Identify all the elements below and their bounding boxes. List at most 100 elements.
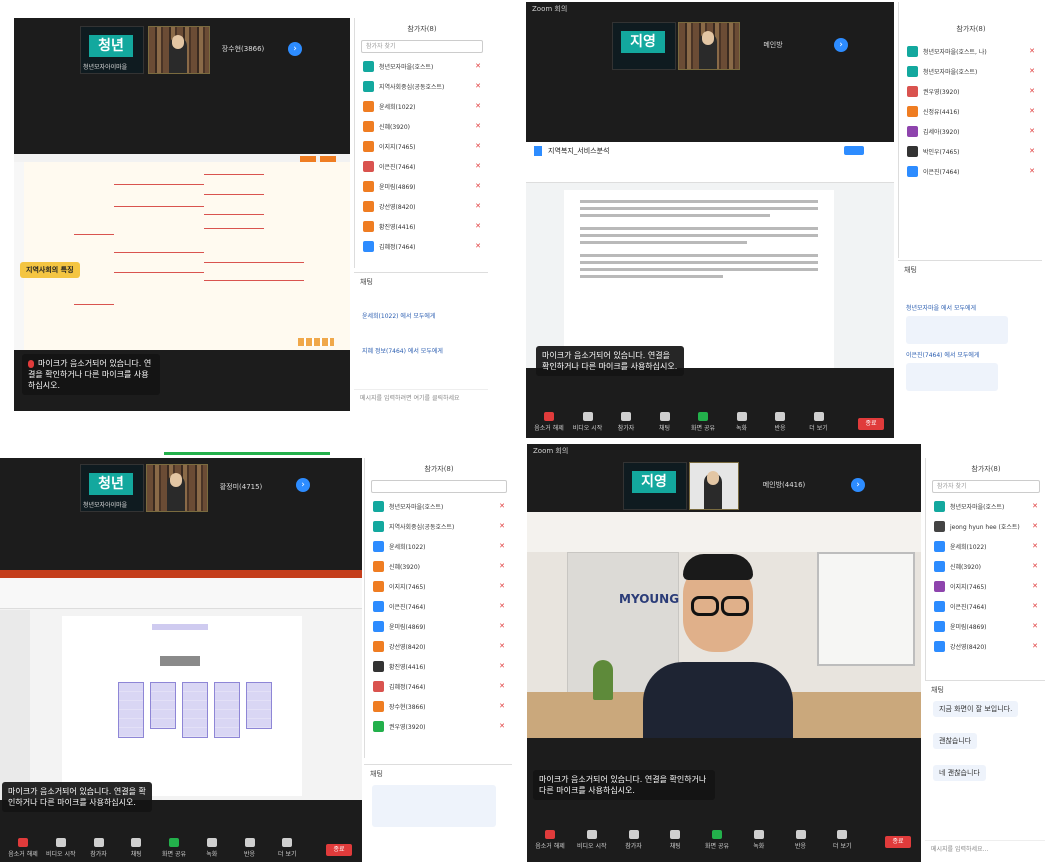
name-tile[interactable]: 메인방	[744, 22, 802, 68]
name-tile[interactable]: 장수현(3866)	[214, 26, 272, 72]
mindmap-root[interactable]: 지역사회의 특징	[20, 262, 80, 278]
search-input[interactable]	[371, 480, 507, 493]
toolbar-button[interactable]: 더 보기	[272, 838, 302, 858]
slide-thumbnails[interactable]	[0, 610, 30, 800]
next-page-button[interactable]: ›	[296, 478, 310, 492]
participant-tile[interactable]: 지영	[623, 462, 687, 510]
orange-button[interactable]	[300, 156, 316, 162]
participant-row[interactable]: 이지지(7465) ✕	[365, 577, 512, 597]
participant-row[interactable]: 장수현(3866) ✕	[365, 697, 512, 717]
participant-row[interactable]: 신혜(3920) ✕	[926, 557, 1045, 577]
toolbar-button[interactable]: 녹화	[727, 412, 757, 432]
participant-row[interactable]: 윤세희(1022) ✕	[365, 537, 512, 557]
toolbar-button[interactable]: 반응	[765, 412, 795, 432]
toolbar-button[interactable]: 더 보기	[804, 412, 834, 432]
toolbar-button[interactable]: 비디오 시작	[46, 838, 76, 858]
participant-tile[interactable]: 청년 청년모자아이마을	[80, 26, 144, 74]
participant-row[interactable]: 권우영(3920) ✕	[899, 82, 1042, 102]
name-tile[interactable]: 메인방(4416)	[755, 462, 813, 508]
participant-row[interactable]: 이지지(7465) ✕	[926, 577, 1045, 597]
doc-title[interactable]: 지역복지_서비스분석	[548, 146, 609, 156]
toolbar-button[interactable]: 화면 공유	[159, 838, 189, 858]
video-tile[interactable]	[146, 464, 208, 512]
participant-row[interactable]: 청년모자마을(호스트) ✕	[365, 497, 512, 517]
avatar	[373, 501, 384, 512]
chat-panel: 채팅 윤세희(1022) 에서 모두에게 지혜 정보(7464) 에서 모두에게…	[354, 272, 488, 411]
toolbar-button[interactable]: 더 보기	[827, 830, 857, 850]
name-tile[interactable]: 황정미(4715)	[212, 464, 270, 510]
participant-row[interactable]: 황진영(4416) ✕	[355, 217, 488, 237]
avatar	[907, 146, 918, 157]
toolbar-button[interactable]: 비디오 시작	[577, 830, 607, 850]
participant-row[interactable]: 지역사회중심(공동호스트) ✕	[365, 517, 512, 537]
video-tile[interactable]	[678, 22, 740, 70]
ceiling	[527, 512, 921, 552]
participant-row[interactable]: 황진영(4416) ✕	[365, 657, 512, 677]
participant-row[interactable]: 김혜정(7464) ✕	[355, 237, 488, 257]
end-meeting-button[interactable]: 종료	[326, 844, 352, 856]
participant-row[interactable]: 이지지(7465) ✕	[355, 137, 488, 157]
video-tile[interactable]	[148, 26, 210, 74]
toolbar-button[interactable]: 참가자	[84, 838, 114, 858]
toolbar-button[interactable]: 녹화	[744, 830, 774, 850]
participant-row[interactable]: 청년모자마을(호스트) ✕	[355, 57, 488, 77]
participant-row[interactable]: 신혜(3920) ✕	[355, 117, 488, 137]
toolbar-button[interactable]: 음소거 해제	[535, 830, 565, 850]
next-page-button[interactable]: ›	[834, 38, 848, 52]
participant-tile[interactable]: 청년 청년모자아이마을	[80, 464, 144, 512]
next-page-button[interactable]: ›	[288, 42, 302, 56]
end-meeting-button[interactable]: 종료	[885, 836, 911, 848]
participant-row[interactable]: 김혜정(7464) ✕	[365, 677, 512, 697]
orange-button[interactable]	[320, 156, 336, 162]
participant-row[interactable]: 윤세희(1022) ✕	[355, 97, 488, 117]
chat-input[interactable]: 메시지를 입력하세요...	[925, 840, 1045, 862]
participant-row[interactable]: 강선영(8420) ✕	[365, 637, 512, 657]
toolbar-button[interactable]: 녹화	[197, 838, 227, 858]
zoom-window-bottom-right: Zoom 회의 지영 메인방(4416) › MYOUNG 마이크가 음소거되어…	[527, 444, 1045, 862]
participant-row[interactable]: 신정유(4416) ✕	[899, 102, 1042, 122]
participant-row[interactable]: 권우영(3920) ✕	[365, 717, 512, 737]
participant-row[interactable]: 박인우(7465) ✕	[899, 142, 1042, 162]
share-button[interactable]	[844, 146, 864, 155]
participant-row[interactable]: 윤세희(1022) ✕	[926, 537, 1045, 557]
participant-row[interactable]: 청년모자마을(호스트, 나) ✕	[899, 42, 1042, 62]
participant-row[interactable]: 강선영(8420) ✕	[355, 197, 488, 217]
person-face	[172, 35, 184, 49]
toolbar-button[interactable]: 음소거 해제	[534, 412, 564, 432]
chat-input[interactable]: 메시지를 입력하려면 여기를 클릭하세요	[354, 389, 488, 411]
participant-row[interactable]: 윤미림(4869) ✕	[355, 177, 488, 197]
avatar	[373, 601, 384, 612]
slide-title-bar	[152, 624, 208, 630]
toolbar-button[interactable]: 음소거 해제	[8, 838, 38, 858]
participant-row[interactable]: 윤미림(4869) ✕	[365, 617, 512, 637]
participant-row[interactable]: 청년모자마을(호스트) ✕	[899, 62, 1042, 82]
participant-row[interactable]: 윤미림(4869) ✕	[926, 617, 1045, 637]
video-tile[interactable]	[689, 462, 739, 510]
participant-row[interactable]: jeong hyun hee (호스트) ✕	[926, 517, 1045, 537]
toolbar-button[interactable]: 반응	[786, 830, 816, 850]
toolbar-button[interactable]: 채팅	[650, 412, 680, 432]
participant-row[interactable]: 이은진(7464) ✕	[926, 597, 1045, 617]
toolbar-button[interactable]: 화면 공유	[688, 412, 718, 432]
next-page-button[interactable]: ›	[851, 478, 865, 492]
participant-row[interactable]: 김세아(3920) ✕	[899, 122, 1042, 142]
participant-row[interactable]: 청년모자마을(호스트) ✕	[926, 497, 1045, 517]
participant-tile[interactable]: 지영	[612, 22, 676, 70]
participant-row[interactable]: 신혜(3920) ✕	[365, 557, 512, 577]
participant-row[interactable]: 이은진(7464) ✕	[365, 597, 512, 617]
toolbar-button[interactable]: 채팅	[660, 830, 690, 850]
participant-name: 이지지(7465)	[389, 584, 426, 591]
toolbar-button[interactable]: 화면 공유	[702, 830, 732, 850]
toolbar-button[interactable]: 반응	[235, 838, 265, 858]
search-input[interactable]: 참가자 찾기	[361, 40, 483, 53]
participant-row[interactable]: 이은진(7464) ✕	[899, 162, 1042, 182]
participant-row[interactable]: 강선영(8420) ✕	[926, 637, 1045, 657]
participant-row[interactable]: 지역사회중심(공동호스트) ✕	[355, 77, 488, 97]
toolbar-button[interactable]: 참가자	[619, 830, 649, 850]
participant-row[interactable]: 이은진(7464) ✕	[355, 157, 488, 177]
end-meeting-button[interactable]: 종료	[858, 418, 884, 430]
search-input[interactable]: 참가자 찾기	[932, 480, 1040, 493]
toolbar-button[interactable]: 비디오 시작	[573, 412, 603, 432]
toolbar-button[interactable]: 참가자	[611, 412, 641, 432]
toolbar-button[interactable]: 채팅	[121, 838, 151, 858]
